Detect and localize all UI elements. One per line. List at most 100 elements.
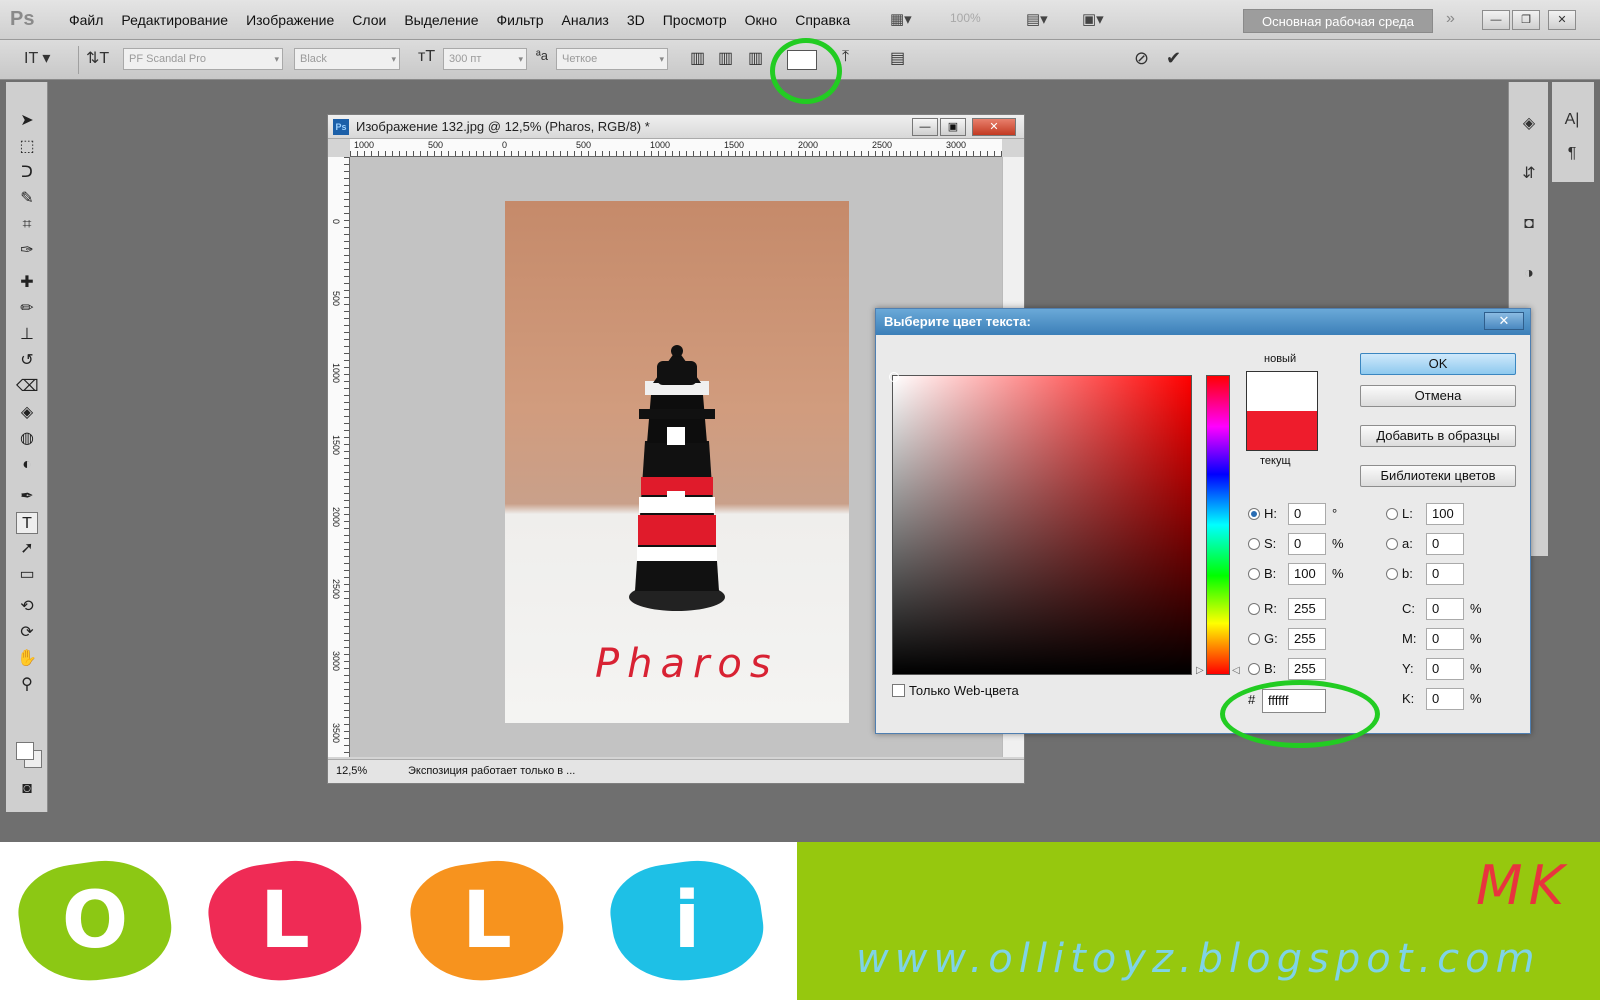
toggle-orientation-icon[interactable]: ⇅T [86,48,109,68]
bridge-icon[interactable]: ▦▾ [890,10,912,28]
hue-slider[interactable] [1206,375,1230,675]
doc-close-button[interactable]: ✕ [972,118,1016,136]
document-info[interactable]: Экспозиция работает только в ... [408,765,575,777]
paint-bucket-tool-icon[interactable]: ◈ [16,402,38,424]
healing-brush-tool-icon[interactable]: ✚ [16,272,38,294]
font-style-select[interactable]: Black ▾ [294,48,400,70]
align-center-icon[interactable]: ▥ [718,48,733,68]
adjustments-icon[interactable]: ◑ [1517,262,1541,286]
eyedropper-tool-icon[interactable]: ✑ [16,240,38,262]
color-swatches[interactable] [16,742,42,768]
menu-3d[interactable]: 3D [618,12,654,28]
lab-a-radio[interactable] [1386,538,1398,550]
camera-icon[interactable]: ◘ [1517,212,1541,236]
path-select-tool-icon[interactable]: ➚ [16,538,38,560]
doc-maximize-button[interactable]: ▣ [940,118,966,136]
color-libraries-button[interactable]: Библиотеки цветов [1360,465,1516,487]
hue-radio[interactable] [1248,508,1260,520]
red-input[interactable]: 255 [1288,598,1326,620]
shape-tool-icon[interactable]: ▭ [16,564,38,586]
lab-l-input[interactable]: 100 [1426,503,1464,525]
dodge-tool-icon[interactable]: ◐ [16,454,38,476]
black-input[interactable]: 0 [1426,688,1464,710]
green-radio[interactable] [1248,633,1260,645]
hue-input[interactable]: 0 [1288,503,1326,525]
document-titlebar[interactable]: Ps Изображение 132.jpg @ 12,5% (Pharos, … [328,115,1024,139]
type-tool-icon[interactable]: T [16,512,38,534]
current-color-swatch[interactable] [1246,411,1318,451]
add-to-swatches-button[interactable]: Добавить в образцы [1360,425,1516,447]
color-field-marker[interactable] [889,372,899,382]
character-icon[interactable]: A| [1560,108,1584,132]
brush-tool-icon[interactable]: ✏ [16,298,38,320]
doc-minimize-button[interactable]: — [912,118,938,136]
red-radio[interactable] [1248,603,1260,615]
minimize-button[interactable]: — [1482,10,1510,30]
menu-image[interactable]: Изображение [237,12,343,28]
warp-text-icon[interactable]: ⤒ [842,48,849,66]
brightness-input[interactable]: 100 [1288,563,1326,585]
ok-button[interactable]: OK [1360,353,1516,375]
foreground-color[interactable] [16,742,34,760]
close-button[interactable]: ✕ [1548,10,1576,30]
workspace-button[interactable]: Основная рабочая среда [1243,9,1433,33]
blue-input[interactable]: 255 [1288,658,1326,680]
font-family-select[interactable]: PF Scandal Pro ▾ [123,48,283,70]
checkbox-box[interactable] [892,684,905,697]
restore-button[interactable]: ❐ [1512,10,1540,30]
quick-select-tool-icon[interactable]: ✎ [16,188,38,210]
move-tool-icon[interactable]: ➤ [16,110,38,132]
font-size-select[interactable]: 300 пт ▾ [443,48,527,70]
menu-view[interactable]: Просмотр [654,12,736,28]
menu-edit[interactable]: Редактирование [112,12,237,28]
lab-a-input[interactable]: 0 [1426,533,1464,555]
menu-window[interactable]: Окно [736,12,787,28]
menu-filter[interactable]: Фильтр [488,12,553,28]
menu-analysis[interactable]: Анализ [553,12,618,28]
menu-file[interactable]: Файл [60,12,112,28]
hue-arrow-right-icon[interactable]: ◁ [1232,665,1240,676]
align-right-icon[interactable]: ▥ [748,48,763,68]
blur-tool-icon[interactable]: ◍ [16,428,38,450]
magenta-input[interactable]: 0 [1426,628,1464,650]
workspace-more-icon[interactable]: » [1446,10,1455,28]
web-colors-only-checkbox[interactable]: Только Web-цвета [892,683,1019,698]
3d-rotate-tool-icon[interactable]: ⟲ [16,596,38,618]
dialog-close-button[interactable]: ✕ [1484,312,1524,330]
cancel-icon[interactable]: ⊘ [1134,48,1149,69]
type-tool-icon[interactable]: IT ▾ [24,48,50,68]
antialias-select[interactable]: Четкое ▾ [556,48,668,70]
history-brush-tool-icon[interactable]: ↺ [16,350,38,372]
pen-tool-icon[interactable]: ✒ [16,486,38,508]
document-zoom[interactable]: 12,5% [336,765,367,777]
layers-icon[interactable]: ◈ [1517,112,1541,136]
hand-tool-icon[interactable]: ✋ [16,648,38,670]
marquee-tool-icon[interactable]: ⬚ [16,136,38,158]
align-left-icon[interactable]: ▥ [690,48,705,68]
screen-mode-icon[interactable]: ▣▾ [1082,10,1104,28]
eraser-tool-icon[interactable]: ⌫ [16,376,39,398]
saturation-radio[interactable] [1248,538,1260,550]
color-field[interactable] [889,372,1192,675]
zoom-tool-icon[interactable]: ⚲ [16,674,38,696]
photo-caption[interactable]: Pharos [595,641,779,687]
saturation-input[interactable]: 0 [1288,533,1326,555]
brightness-radio[interactable] [1248,568,1260,580]
paragraph-icon[interactable]: ¶ [1560,142,1584,166]
lab-l-radio[interactable] [1386,508,1398,520]
character-panel-icon[interactable]: ▤ [890,48,905,68]
channels-icon[interactable]: ⇵ [1517,162,1541,186]
cancel-button[interactable]: Отмена [1360,385,1516,407]
menu-layers[interactable]: Слои [343,12,395,28]
blue-radio[interactable] [1248,663,1260,675]
lab-b-radio[interactable] [1386,568,1398,580]
cyan-input[interactable]: 0 [1426,598,1464,620]
hue-arrow-left-icon[interactable]: ▷ [1196,665,1204,676]
yellow-input[interactable]: 0 [1426,658,1464,680]
crop-tool-icon[interactable]: ⌗ [16,214,38,236]
stamp-tool-icon[interactable]: ⊥ [16,324,38,346]
lab-b-input[interactable]: 0 [1426,563,1464,585]
zoom-level[interactable]: 100% [950,11,981,25]
arrange-documents-icon[interactable]: ▤▾ [1026,10,1048,28]
quick-mask-icon[interactable]: ◙ [16,778,38,800]
